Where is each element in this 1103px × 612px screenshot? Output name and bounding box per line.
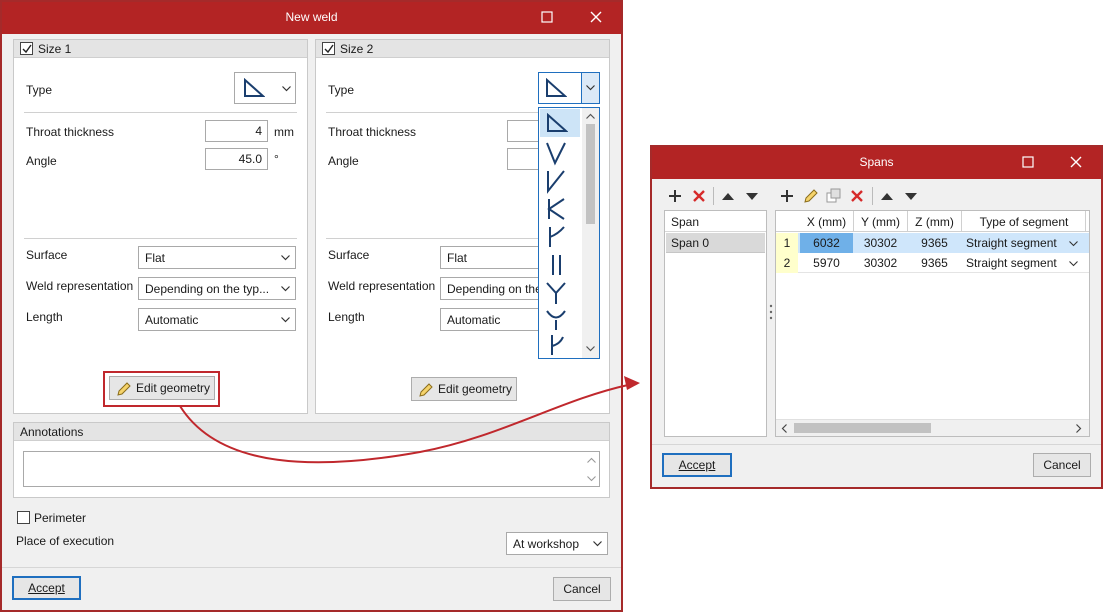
copy-icon[interactable] [826,188,842,204]
column-divider [1085,211,1086,232]
title-bar: Spans [652,147,1101,179]
move-up-icon[interactable] [721,192,735,201]
table-row[interactable]: 2 5970 30302 9365 Straight segment [776,253,1089,273]
delete-icon[interactable] [850,189,864,203]
row-number: 2 [776,253,798,273]
span-list-header: Span [665,211,766,232]
splitter-handle-icon[interactable] [769,304,773,320]
maximize-icon [1022,156,1034,168]
cell-y[interactable]: 30302 [854,233,907,253]
accept-button[interactable]: Accept [662,453,732,477]
cell-x[interactable]: 5970 [800,253,853,273]
pencil-icon[interactable] [803,188,819,204]
arrowhead-icon [624,376,640,390]
footer-separator [652,444,1101,445]
cell-z[interactable]: 9365 [908,233,961,253]
cell-x[interactable]: 6032 [800,233,853,253]
chevron-right-icon [1076,424,1082,433]
cell-type[interactable]: Straight segment [962,253,1066,273]
close-button[interactable] [1063,151,1089,173]
chevron-down-icon[interactable] [1069,241,1078,247]
horizontal-scrollbar[interactable] [776,419,1089,436]
cancel-button[interactable]: Cancel [1033,453,1091,477]
cell-z[interactable]: 9365 [908,253,961,273]
toolbar-separator [872,187,873,205]
column-header-x[interactable]: X (mm) [800,215,853,229]
cell-y[interactable]: 30302 [854,253,907,273]
row-number: 1 [776,233,798,253]
delete-icon[interactable] [692,189,706,203]
column-header-z[interactable]: Z (mm) [908,215,961,229]
points-grid: X (mm) Y (mm) Z (mm) Type of segment 1 6… [775,210,1090,437]
table-row[interactable]: 1 6032 30302 9365 Straight segment [776,233,1089,253]
column-header-y[interactable]: Y (mm) [854,215,907,229]
column-divider [907,211,908,232]
move-up-icon[interactable] [880,192,894,201]
column-divider [853,211,854,232]
close-icon [1070,156,1082,168]
move-down-icon[interactable] [745,192,759,201]
span-list: Span Span 0 [664,210,767,437]
move-down-icon[interactable] [904,192,918,201]
span-list-item[interactable]: Span 0 [666,233,765,253]
add-icon[interactable] [668,189,682,203]
column-header-type[interactable]: Type of segment [962,215,1086,229]
cell-type[interactable]: Straight segment [962,233,1066,253]
column-divider [961,211,962,232]
spans-dialog: Spans Span Span 0 X (mm) Y (mm) Z (mm) T… [650,145,1103,489]
add-icon[interactable] [780,189,794,203]
toolbar-separator [713,187,714,205]
chevron-down-icon[interactable] [1069,261,1078,267]
scrollbar-thumb[interactable] [794,423,931,433]
maximize-button[interactable] [1015,151,1041,173]
grid-header: X (mm) Y (mm) Z (mm) Type of segment [776,211,1089,232]
chevron-left-icon [781,424,787,433]
